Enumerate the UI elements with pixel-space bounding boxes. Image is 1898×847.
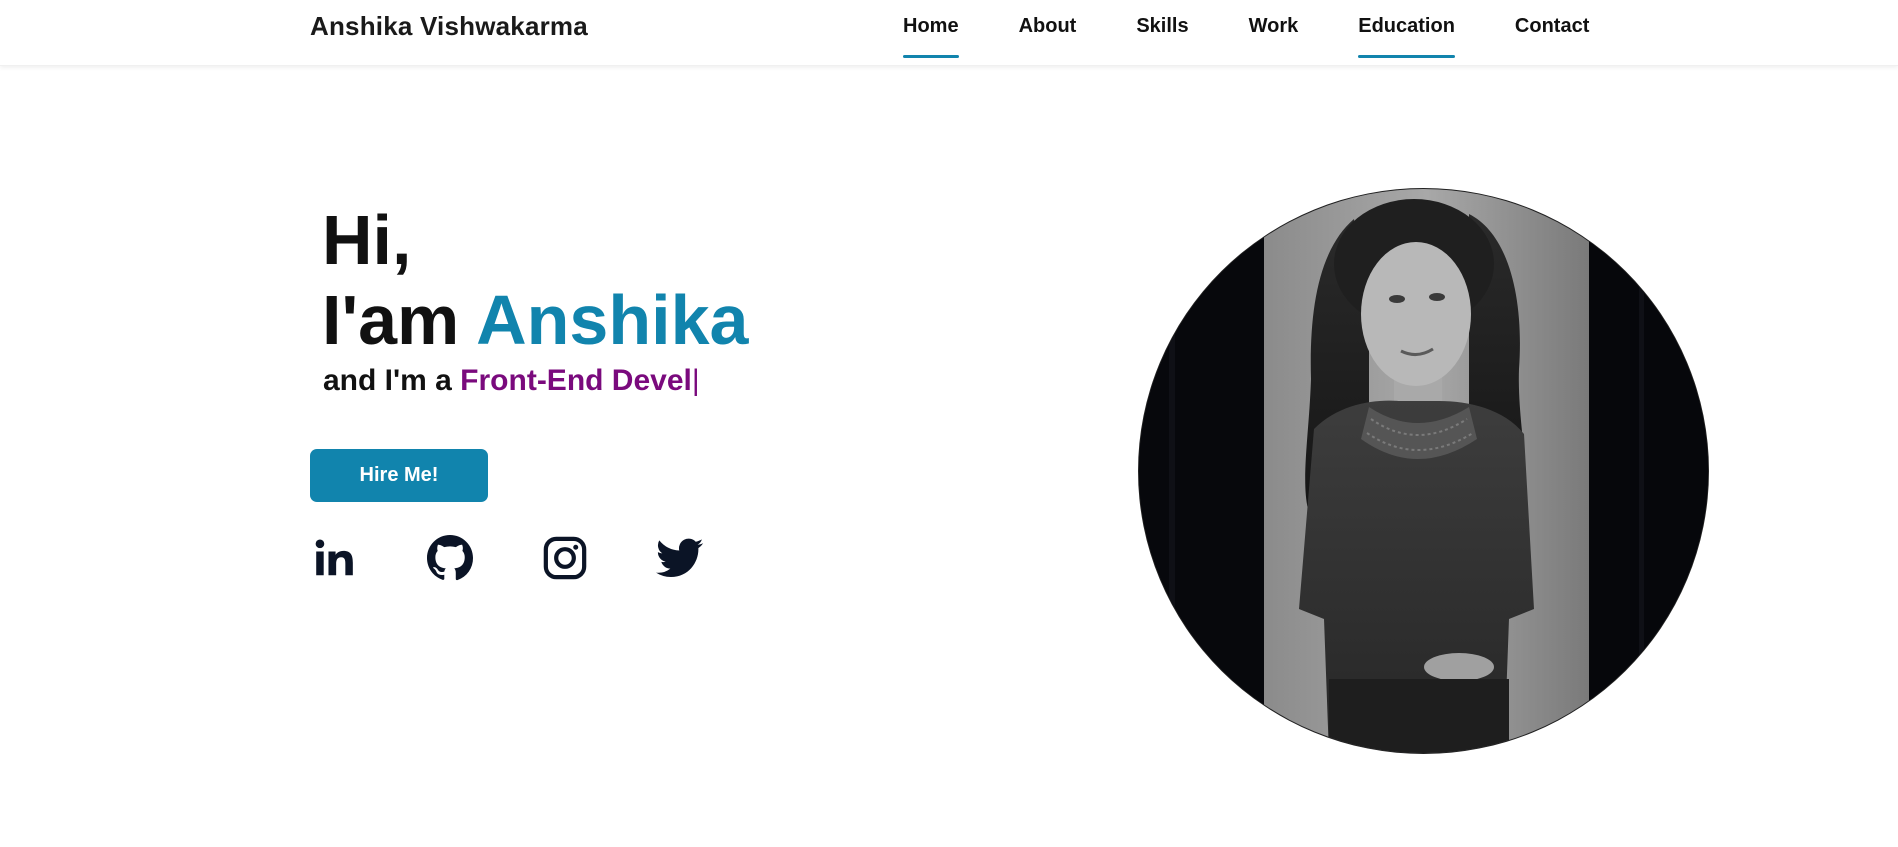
typed-role-text: Front-End Devel: [460, 364, 692, 397]
site-header: Anshika Vishwakarma Home About Skills Wo…: [0, 0, 1898, 66]
hero-role-prefix: and I'm a: [323, 364, 461, 397]
nav-skills[interactable]: Skills: [1136, 0, 1188, 58]
nav-about[interactable]: About: [1019, 0, 1077, 58]
github-link[interactable]: [425, 533, 475, 583]
typing-cursor: |: [691, 364, 700, 397]
hero-role: and I'm a Front-End Devel|: [323, 364, 700, 398]
nav-education[interactable]: Education: [1358, 0, 1455, 58]
linkedin-icon: [312, 535, 358, 581]
twitter-link[interactable]: [655, 533, 705, 583]
main-nav: Home About Skills Work Education Contact: [903, 0, 1589, 66]
instagram-link[interactable]: [540, 533, 590, 583]
twitter-icon: [656, 534, 704, 582]
hero-intro-prefix: I'am: [322, 281, 477, 359]
linkedin-link[interactable]: [310, 533, 360, 583]
github-icon: [426, 534, 474, 582]
hero-greeting: Hi,: [322, 201, 412, 279]
nav-work[interactable]: Work: [1249, 0, 1299, 58]
hire-me-button[interactable]: Hire Me!: [310, 449, 488, 502]
nav-contact[interactable]: Contact: [1515, 0, 1589, 58]
profile-photo: [1138, 188, 1709, 754]
social-links: [310, 533, 705, 583]
brand-name[interactable]: Anshika Vishwakarma: [310, 11, 588, 42]
hero-intro: I'am Anshika: [322, 280, 748, 360]
nav-home[interactable]: Home: [903, 0, 959, 58]
hero-name: Anshika: [476, 281, 749, 359]
instagram-icon: [542, 535, 588, 581]
